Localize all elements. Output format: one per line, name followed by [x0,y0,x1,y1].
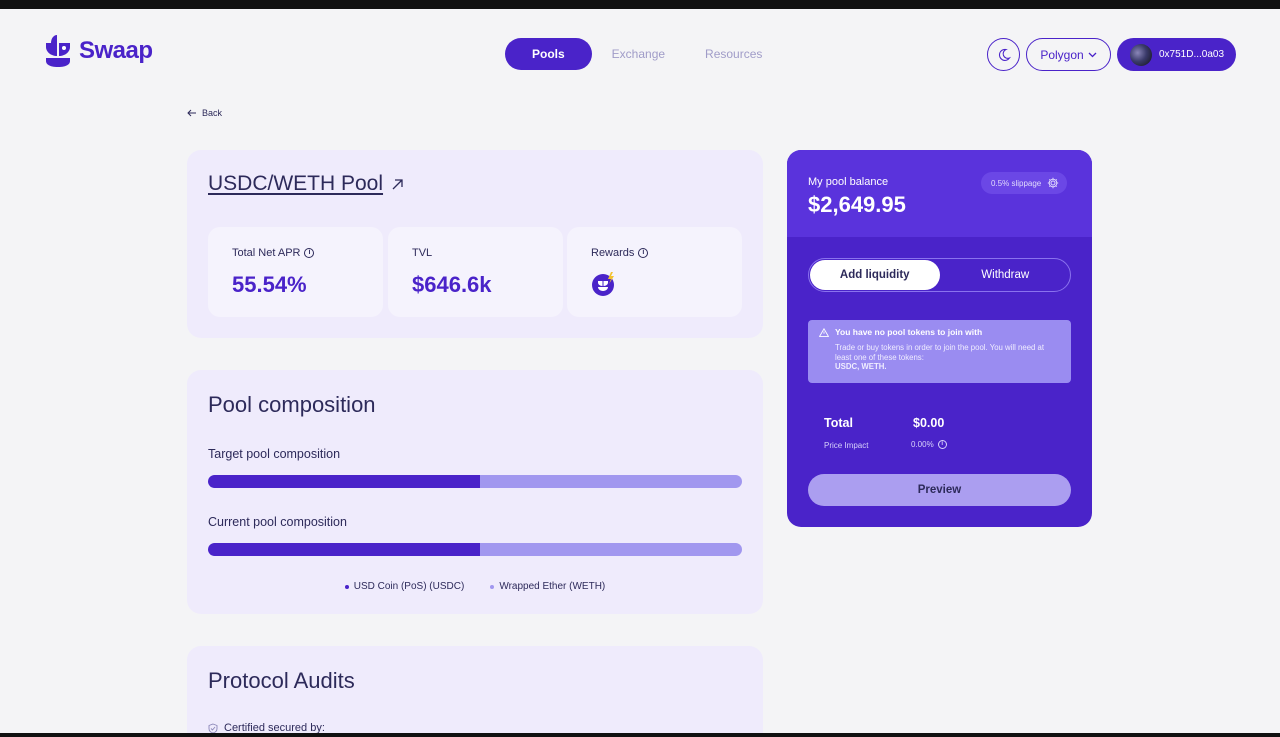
arrow-left-icon [187,109,196,117]
alert-tokens: USDC, WETH. [835,362,887,371]
apr-value: 55.54% [232,272,307,297]
swaap-logo-icon [46,35,70,67]
alert-body: Trade or buy tokens in order to join the… [835,343,1061,372]
current-usdc-fill [208,543,481,556]
tvl-stat: TVL $646.6k [388,227,563,317]
price-impact-value: 0.00% [911,440,934,449]
legend-label: Wrapped Ether (WETH) [499,581,606,592]
legend-item-usdc: USD Coin (PoS) (USDC) [344,581,465,592]
alert-title: You have no pool tokens to join with [835,327,983,337]
pool-title: USDC/WETH Pool [208,172,384,195]
total-label: Total [824,416,853,430]
pool-overview-card: USDC/WETH Pool Total Net APR i 55.54% TV… [187,150,763,338]
tvl-label-row: TVL [412,247,432,259]
swaap-logo[interactable]: Swaap [43,34,153,68]
back-link[interactable]: Back [187,108,222,118]
target-composition-label: Target pool composition [208,447,341,461]
target-composition-bar [208,475,742,488]
back-label: Back [202,108,223,118]
price-impact-row: 0.00% i [911,440,947,449]
wallet-avatar [1130,43,1152,66]
current-composition-bar [208,543,742,556]
no-tokens-alert: You have no pool tokens to join with Tra… [808,320,1071,383]
alert-text: Trade or buy tokens in order to join the… [835,343,1045,362]
brand-name: Swaap [79,37,153,64]
audits-title: Protocol Audits [208,668,355,693]
screen-bottom-edge [0,733,1280,737]
moon-icon [998,48,1011,61]
legend-dot [490,584,495,589]
wallet-button[interactable]: 0x751D...0a03 [1117,38,1236,71]
network-label: Polygon [1040,47,1084,62]
alert-head: You have no pool tokens to join with [819,327,1061,337]
tvl-value: $646.6k [412,272,492,297]
slippage-settings-button[interactable]: 0.5% slippage [981,172,1068,194]
chevron-down-icon [1088,52,1097,57]
tab-add-liquidity[interactable]: Add liquidity [810,260,940,290]
nav-pools[interactable]: Pools [505,38,592,70]
info-icon[interactable]: i [638,248,649,258]
composition-legend: USD Coin (PoS) (USDC) Wrapped Ether (WET… [187,581,763,592]
total-value: $0.00 [913,416,945,430]
tvl-label: TVL [412,247,433,259]
liquidity-tabs: Add liquidity Withdraw [808,258,1071,292]
balance-value: $2,649.95 [808,192,906,217]
slippage-label: 0.5% slippage [991,178,1042,188]
network-selector[interactable]: Polygon [1026,38,1111,71]
rewards-label: Rewards [591,247,635,259]
apr-label-row: Total Net APR i [232,247,315,259]
preview-button[interactable]: Preview [808,474,1071,506]
liquidity-panel: My pool balance $2,649.95 0.5% slippage … [787,150,1092,527]
tab-withdraw[interactable]: Withdraw [941,259,1071,291]
nav-resources[interactable]: Resources [685,38,782,70]
rewards-label-row: Rewards i [591,247,649,259]
pool-title-link[interactable]: USDC/WETH Pool [208,172,404,196]
protocol-audits-card: Protocol Audits Certified secured by: [187,646,763,737]
shield-check-icon [208,723,218,733]
swaap-token-icon [592,272,614,296]
screen-top-edge [0,0,1280,9]
composition-title: Pool composition [208,392,376,417]
wallet-address: 0x751D...0a03 [1159,49,1225,60]
price-impact-label: Price Impact [824,441,869,450]
apr-label: Total Net APR [232,247,301,259]
balance-label: My pool balance [808,176,889,188]
legend-label: USD Coin (PoS) (USDC) [353,581,465,592]
info-icon[interactable]: i [304,248,315,258]
legend-dot [344,584,349,589]
main-nav: Pools Exchange Resources [505,38,782,70]
target-usdc-fill [208,475,481,488]
current-composition-label: Current pool composition [208,515,347,529]
theme-toggle-button[interactable] [987,38,1020,71]
legend-item-weth: Wrapped Ether (WETH) [490,581,605,592]
info-icon[interactable]: i [937,440,947,449]
external-link-icon [392,178,403,189]
nav-exchange[interactable]: Exchange [592,38,685,70]
gear-icon [1048,177,1059,189]
apr-stat: Total Net APR i 55.54% [208,227,383,317]
warning-icon [819,327,829,337]
rewards-stat: Rewards i [567,227,742,317]
pool-composition-card: Pool composition Target pool composition… [187,370,763,614]
